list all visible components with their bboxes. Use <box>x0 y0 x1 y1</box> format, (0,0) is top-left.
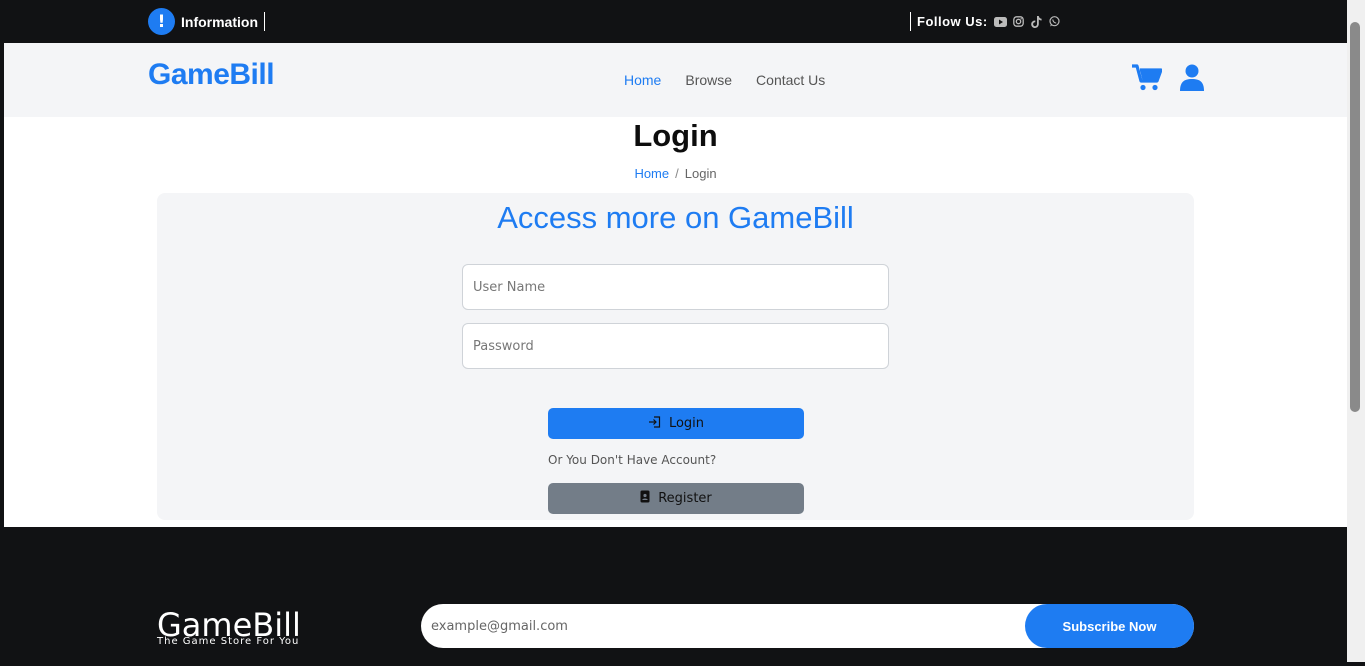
information-label: Information <box>181 13 258 30</box>
follow-us-label: Follow Us: <box>917 14 988 29</box>
top-info-bar: ! Information Follow Us: <box>4 0 1347 43</box>
nav-home[interactable]: Home <box>624 72 661 88</box>
nav-links: Home Browse Contact Us <box>624 72 825 88</box>
password-input[interactable] <box>462 323 889 369</box>
instagram-icon[interactable] <box>1012 15 1025 28</box>
sign-in-icon <box>648 415 661 432</box>
id-badge-icon <box>640 490 650 507</box>
newsletter-email-input[interactable] <box>431 604 1021 648</box>
login-button-label: Login <box>668 416 705 431</box>
tiktok-icon[interactable] <box>1030 15 1043 28</box>
nav-icons <box>1132 64 1204 96</box>
register-button[interactable]: Register <box>548 483 804 514</box>
newsletter-form: Subscribe Now <box>421 604 1194 648</box>
browser-viewport: ! Information Follow Us: GameBill Home B… <box>4 0 1347 662</box>
login-button[interactable]: Login <box>548 408 804 439</box>
breadcrumb-separator: / <box>675 166 679 181</box>
divider <box>910 12 911 31</box>
nav-browse[interactable]: Browse <box>685 72 732 88</box>
user-icon[interactable] <box>1180 64 1204 96</box>
footer: GameBill The Game Store For You Subscrib… <box>4 527 1347 662</box>
nav-contact-us[interactable]: Contact Us <box>756 72 825 88</box>
follow-us: Follow Us: <box>910 12 1061 31</box>
whatsapp-icon[interactable] <box>1048 15 1061 28</box>
youtube-icon[interactable] <box>993 15 1007 28</box>
subscribe-button[interactable]: Subscribe Now <box>1025 604 1194 648</box>
breadcrumb-home[interactable]: Home <box>634 166 669 181</box>
breadcrumb: Home / Login <box>4 166 1347 181</box>
brand-logo[interactable]: GameBill <box>148 58 275 92</box>
login-heading: Access more on GameBill <box>497 200 854 235</box>
cart-icon[interactable] <box>1132 64 1163 96</box>
social-links <box>993 15 1061 28</box>
page-scrollbar[interactable] <box>1347 0 1365 662</box>
footer-tagline: The Game Store For You <box>157 636 300 647</box>
username-input[interactable] <box>462 264 889 310</box>
login-card: Access more on GameBill Login Or You Don… <box>157 193 1194 520</box>
information-link[interactable]: ! Information <box>148 8 265 35</box>
page-title: Login <box>633 118 718 153</box>
divider <box>264 12 265 31</box>
main-navbar: GameBill Home Browse Contact Us <box>4 43 1347 117</box>
exclamation-icon: ! <box>148 8 175 35</box>
no-account-text: Or You Don't Have Account? <box>548 453 717 467</box>
scrollbar-thumb[interactable] <box>1350 22 1360 412</box>
breadcrumb-current: Login <box>684 166 717 181</box>
register-button-label: Register <box>658 491 712 506</box>
